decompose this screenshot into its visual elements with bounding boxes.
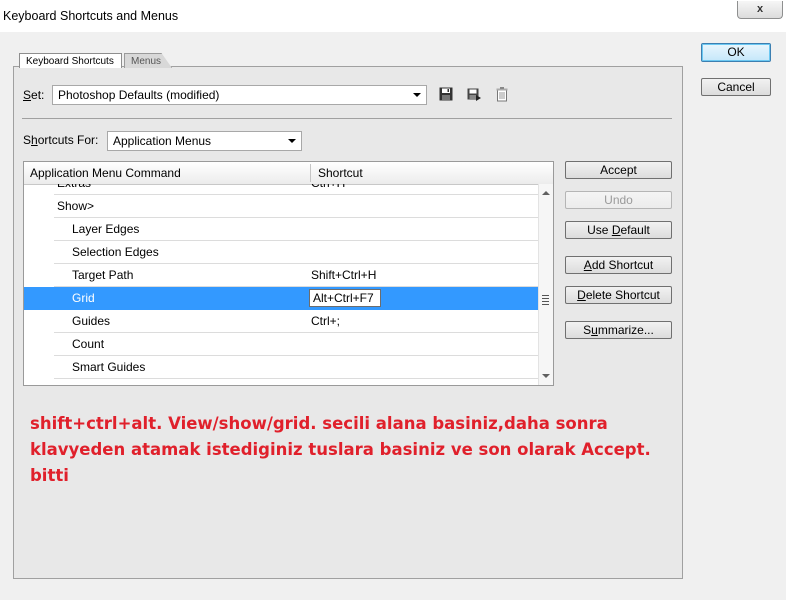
shortcut-input[interactable]: Alt+Ctrl+F7 — [309, 289, 381, 307]
table-row[interactable]: Selection Edges — [24, 241, 538, 264]
accept-button[interactable]: Accept — [565, 161, 672, 179]
table-row[interactable]: Extras Ctrl+H — [24, 184, 538, 195]
table-header: Application Menu Command Shortcut — [24, 162, 553, 185]
close-icon: x — [756, 3, 764, 15]
window-edge — [786, 0, 790, 605]
shortcuts-for-value: Application Menus — [113, 134, 212, 148]
scroll-down-icon[interactable] — [542, 374, 550, 378]
column-divider[interactable] — [310, 164, 311, 182]
window-edge — [0, 600, 790, 605]
scroll-up-icon[interactable] — [542, 191, 550, 195]
table-row[interactable]: Count — [24, 333, 538, 356]
annotation-text: shift+ctrl+alt. View/show/grid. secili a… — [30, 411, 651, 489]
set-dropdown[interactable]: Photoshop Defaults (modified) — [52, 85, 427, 105]
row-divider — [54, 378, 538, 379]
chevron-down-icon — [413, 93, 421, 97]
save-icon[interactable] — [438, 86, 454, 102]
command-name: Selection Edges — [72, 245, 159, 259]
use-default-button[interactable]: Use Default — [565, 221, 672, 239]
table-row[interactable]: Smart Guides — [24, 356, 538, 379]
annotation-line: bitti — [30, 466, 69, 485]
table-body: Extras Ctrl+H Show> Layer Edges Selection Ed… — [24, 184, 538, 385]
chevron-down-icon — [288, 139, 296, 143]
separator — [22, 118, 672, 119]
command-name: Guides — [72, 314, 111, 328]
ok-button[interactable]: OK — [701, 43, 771, 62]
set-value: Photoshop Defaults (modified) — [58, 88, 220, 102]
shortcut-value: Shift+Ctrl+H — [311, 268, 377, 282]
command-name: Layer Edges — [72, 222, 140, 236]
table-row[interactable]: Show> — [24, 195, 538, 218]
shortcuts-for-dropdown[interactable]: Application Menus — [107, 131, 302, 151]
set-label: Set: — [23, 88, 45, 102]
dialog-window: Keyboard Shortcuts and Menus x Keyboard … — [0, 0, 790, 605]
summarize-button[interactable]: Summarize... — [565, 321, 672, 339]
close-button[interactable]: x — [737, 1, 783, 19]
command-name: Extras — [57, 184, 91, 194]
shortcuts-for-label: Shortcuts For: — [23, 133, 99, 147]
command-name: Grid — [72, 291, 95, 305]
shortcuts-table: Application Menu Command Shortcut Extras… — [23, 161, 554, 386]
column-header-command[interactable]: Application Menu Command — [24, 162, 310, 184]
title-bar: Keyboard Shortcuts and Menus x — [0, 0, 790, 32]
table-row[interactable]: Grid Alt+Ctrl+F7 — [24, 287, 538, 310]
annotation-line: klavyeden atamak istediginiz tuslara bas… — [30, 440, 651, 459]
tab-keyboard-shortcuts[interactable]: Keyboard Shortcuts — [19, 53, 122, 68]
table-row[interactable]: Target Path Shift+Ctrl+H — [24, 264, 538, 287]
annotation-line: shift+ctrl+alt. View/show/grid. secili a… — [30, 414, 608, 433]
command-name: Target Path — [72, 268, 134, 282]
add-shortcut-button[interactable]: Add Shortcut — [565, 256, 672, 274]
save-as-icon[interactable] — [466, 86, 482, 102]
window-title: Keyboard Shortcuts and Menus — [3, 9, 179, 23]
undo-button[interactable]: Undo — [565, 191, 672, 209]
command-name: Smart Guides — [72, 360, 146, 374]
scroll-thumb-grip-icon[interactable] — [542, 295, 549, 305]
column-header-shortcut[interactable]: Shortcut — [312, 162, 553, 184]
command-name: Count — [72, 337, 105, 351]
vertical-scrollbar[interactable] — [538, 184, 553, 385]
table-row[interactable]: Guides Ctrl+; — [24, 310, 538, 333]
command-name: Show> — [57, 199, 95, 213]
delete-shortcut-button[interactable]: Delete Shortcut — [565, 286, 672, 304]
shortcut-value: Ctrl+; — [311, 314, 341, 328]
trash-icon[interactable] — [494, 86, 510, 102]
cancel-button[interactable]: Cancel — [701, 78, 771, 96]
shortcut-value: Ctrl+H — [311, 184, 345, 194]
tab-menus[interactable]: Menus — [124, 53, 172, 68]
table-row[interactable]: Layer Edges — [24, 218, 538, 241]
